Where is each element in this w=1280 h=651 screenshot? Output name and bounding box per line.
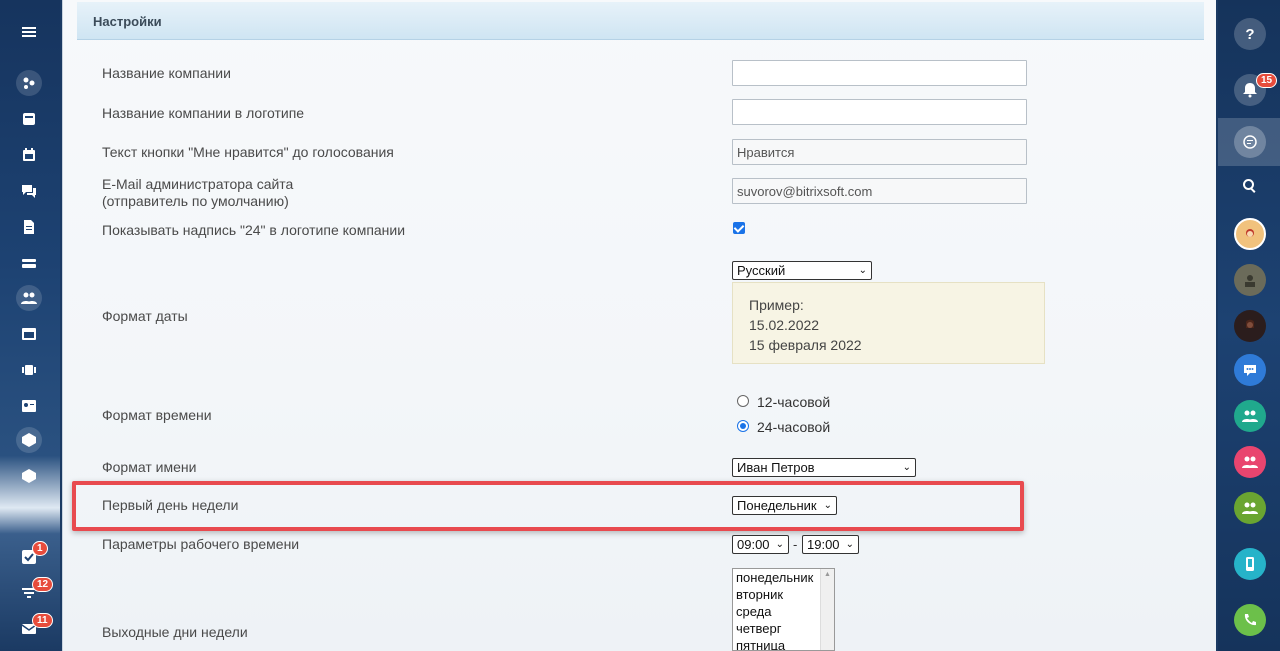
mail-badge: 11 [32,613,53,628]
admin-email-label: E-Mail администратора сайта (отправитель… [102,176,293,210]
group-chat-icon[interactable] [1234,354,1266,386]
weekends-label: Выходные дни недели [102,624,248,640]
messages-icon[interactable] [1234,126,1266,158]
document-icon[interactable] [16,214,42,240]
chevron-down-icon: ⌄ [845,539,854,550]
time-format-24-radio[interactable] [737,420,749,432]
like-button-input[interactable] [732,139,1027,165]
date-format-example: Пример: 15.02.2022 15 февраля 2022 [732,282,1045,364]
first-day-label: Первый день недели [102,497,239,513]
notifications-badge: 15 [1256,73,1278,88]
example-long-date: 15 февраля 2022 [749,337,862,353]
work-time-end-value: 19:00 [807,537,840,552]
video-icon[interactable] [16,357,42,383]
admin-email-label-line1: E-Mail администратора сайта [102,176,294,192]
time-format-24-label[interactable]: 24-часовой [757,419,830,435]
chevron-down-icon: ⌄ [858,265,867,276]
example-title: Пример: [749,297,804,313]
date-format-label: Формат даты [102,308,188,324]
like-button-label: Текст кнопки "Мне нравится" до голосован… [102,144,394,160]
company-logo-name-input[interactable] [732,99,1027,125]
settings-panel: Настройки Название компании Название ком… [62,0,1216,651]
cube-icon[interactable] [16,463,42,489]
name-format-select[interactable]: Иван Петров ⌄ [732,458,916,477]
phone-icon[interactable] [1234,604,1266,636]
avatar[interactable] [1234,218,1266,250]
calendar-icon[interactable] [16,142,42,168]
time-format-12-radio[interactable] [737,395,749,407]
box-icon[interactable] [16,427,42,453]
date-format-value: Русский [737,263,786,278]
show-24-label: Показывать надпись "24" в логотипе компа… [102,222,406,238]
first-day-select[interactable]: Понедельник ⌄ [732,496,837,515]
avatar[interactable] [1234,264,1266,296]
work-time-label: Параметры рабочего времени [102,536,300,552]
work-time-end-select[interactable]: 19:00 ⌄ [802,535,859,554]
group-icon[interactable] [1234,492,1266,524]
time-format-label: Формат времени [102,407,212,423]
avatar[interactable] [1234,310,1266,342]
name-format-value: Иван Петров [737,460,815,475]
contact-card-icon[interactable] [16,393,42,419]
admin-email-input[interactable] [732,178,1027,204]
work-time-start-value: 09:00 [737,537,770,552]
mobile-app-icon[interactable] [1234,548,1266,580]
section-title: Настройки [77,2,1204,40]
company-name-label: Название компании [102,65,231,81]
list-item[interactable]: среда [733,603,834,620]
filters-badge: 12 [32,577,54,592]
menu-icon[interactable] [16,19,42,45]
left-sidebar: 1 12 11 [0,0,60,651]
feed-icon[interactable] [16,106,42,132]
weekends-listbox[interactable]: понедельник вторник среда четверг пятниц… [732,568,835,651]
sites-icon[interactable] [16,70,42,96]
chevron-down-icon: ⌄ [823,500,832,511]
date-format-select[interactable]: Русский ⌄ [732,261,872,280]
company-name-input[interactable] [732,60,1027,86]
group-icon[interactable] [1234,400,1266,432]
example-short-date: 15.02.2022 [749,317,820,333]
name-format-label: Формат имени [102,459,197,475]
work-time-separator: - [793,537,798,552]
list-item[interactable]: четверг [733,620,834,637]
search-icon[interactable] [1234,170,1266,202]
list-item[interactable]: понедельник [733,569,834,586]
first-day-value: Понедельник [737,498,817,513]
group-icon[interactable] [1234,446,1266,478]
chevron-down-icon: ⌄ [902,462,911,473]
company-logo-name-label: Название компании в логотипе [102,105,305,121]
time-format-12-label[interactable]: 12-часовой [757,394,830,410]
list-item[interactable]: пятница [733,637,834,650]
show-24-checkbox[interactable] [733,222,745,234]
work-time-start-select[interactable]: 09:00 ⌄ [732,535,789,554]
tasks-badge: 1 [32,541,48,556]
drive-icon[interactable] [16,250,42,276]
list-item[interactable]: вторник [733,586,834,603]
help-icon[interactable]: ? [1234,18,1266,50]
chat-icon[interactable] [16,178,42,204]
window-icon[interactable] [16,321,42,347]
admin-email-label-line2: (отправитель по умолчанию) [102,193,289,209]
employees-icon[interactable] [16,285,42,311]
chevron-down-icon: ⌄ [775,539,784,550]
listbox-scrollbar[interactable] [820,569,834,650]
